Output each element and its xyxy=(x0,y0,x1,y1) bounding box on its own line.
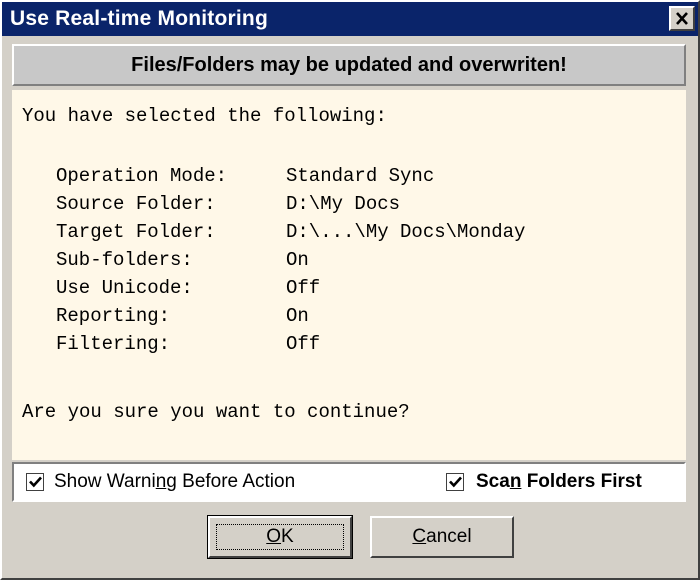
summary-row: Use Unicode: Off xyxy=(56,274,320,302)
checkmark-icon xyxy=(28,476,42,488)
summary-row: Operation Mode: Standard Sync xyxy=(56,162,434,190)
title-bar[interactable]: Use Real-time Monitoring xyxy=(2,2,698,36)
show-warning-checkbox[interactable] xyxy=(26,473,44,491)
summary-panel: You have selected the following: Operati… xyxy=(12,90,686,460)
summary-value: Standard Sync xyxy=(286,165,435,187)
scan-folders-label[interactable]: Scan Folders First xyxy=(476,471,642,493)
summary-value: On xyxy=(286,305,309,327)
summary-row: Reporting: On xyxy=(56,302,309,330)
ok-button[interactable]: OK xyxy=(207,515,353,559)
summary-key: Source Folder: xyxy=(56,193,216,215)
summary-value: D:\My Docs xyxy=(286,193,401,215)
close-button[interactable] xyxy=(669,6,695,31)
summary-value: Off xyxy=(286,277,321,299)
cancel-button-label: Cancel xyxy=(412,526,472,547)
options-bar: Show Warning Before Action Scan Folders … xyxy=(12,462,686,502)
summary-key: Reporting: xyxy=(56,305,171,327)
dialog-window: Use Real-time Monitoring Files/Folders m… xyxy=(0,0,700,580)
summary-key: Target Folder: xyxy=(56,221,216,243)
summary-key: Sub-folders: xyxy=(56,249,193,271)
window-title: Use Real-time Monitoring xyxy=(10,7,268,30)
show-warning-label[interactable]: Show Warning Before Action xyxy=(54,471,295,493)
summary-row: Source Folder: D:\My Docs xyxy=(56,190,400,218)
summary-row: Target Folder: D:\...\My Docs\Monday xyxy=(56,218,525,246)
cancel-button[interactable]: Cancel xyxy=(370,516,514,558)
summary-value: On xyxy=(286,249,309,271)
summary-key: Filtering: xyxy=(56,333,171,355)
summary-key: Operation Mode: xyxy=(56,165,228,187)
confirm-question: Are you sure you want to continue? xyxy=(22,401,410,423)
close-icon xyxy=(676,12,688,25)
summary-value: Off xyxy=(286,333,321,355)
warning-text: Files/Folders may be updated and overwri… xyxy=(131,53,567,76)
scan-folders-checkbox[interactable] xyxy=(446,473,464,491)
summary-row: Filtering: Off xyxy=(56,330,320,358)
summary-value: D:\...\My Docs\Monday xyxy=(286,221,526,243)
summary-row: Sub-folders: On xyxy=(56,246,309,274)
summary-key: Use Unicode: xyxy=(56,277,193,299)
checkmark-icon xyxy=(448,476,462,488)
focus-rectangle xyxy=(216,524,344,550)
intro-text: You have selected the following: xyxy=(22,105,387,127)
warning-banner: Files/Folders may be updated and overwri… xyxy=(12,44,686,86)
